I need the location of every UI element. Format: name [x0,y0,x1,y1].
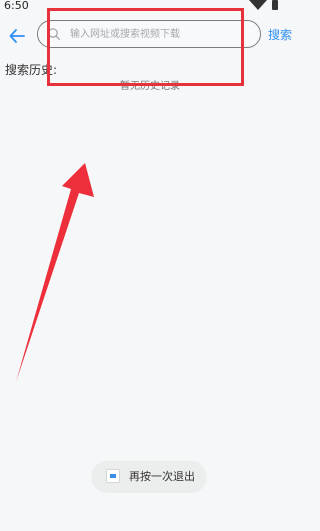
back-button[interactable] [8,27,26,45]
status-time: 6:50 [4,0,29,12]
search-button[interactable]: 搜索 [268,26,292,43]
toast-message: 再按一次退出 [129,470,195,483]
battery-icon [272,0,278,10]
app-icon [106,469,120,483]
arrow-left-icon [9,29,25,43]
annotation-highlight-box [47,8,244,86]
exit-toast: 再按一次退出 [92,461,206,491]
status-icons [249,0,278,10]
annotation-arrow-shape [16,163,94,382]
wifi-icon [249,0,267,10]
